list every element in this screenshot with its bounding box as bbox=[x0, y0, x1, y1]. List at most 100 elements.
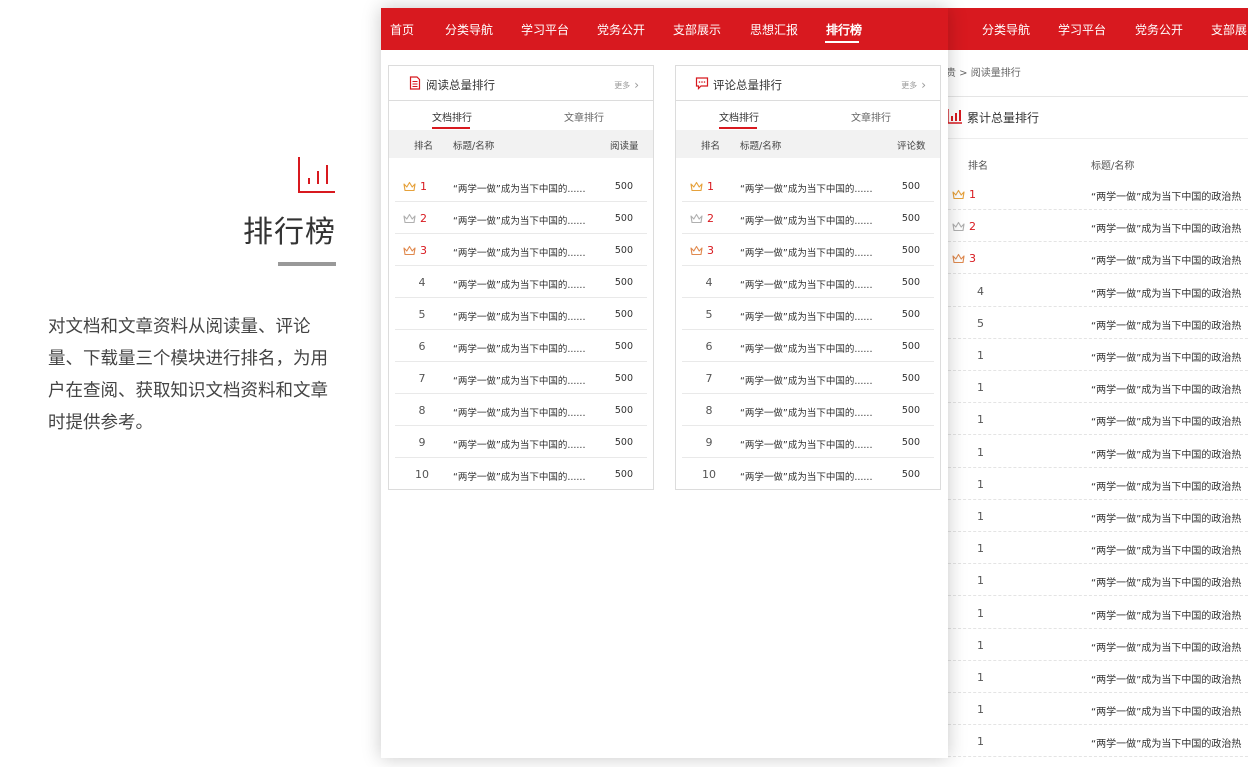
nav-item-ranking[interactable]: 排行榜 bbox=[826, 21, 862, 38]
row-title[interactable]: “两学一做”成为当下中国的政治热 bbox=[1091, 349, 1241, 364]
row-title[interactable]: “两学一做”成为当下中国的...... bbox=[740, 181, 872, 195]
table-row[interactable]: 1 “两学一做”成为当下中国的政治热 bbox=[948, 629, 1248, 661]
table-row[interactable]: 1 “两学一做”成为当下中国的政治热 bbox=[948, 693, 1248, 726]
table-row[interactable]: 2 “两学一做”成为当下中国的...... 500 bbox=[682, 202, 934, 234]
row-title[interactable]: “两学一做”成为当下中国的政治热 bbox=[1091, 317, 1241, 332]
nav-item-branch[interactable]: 支部展示 bbox=[673, 21, 721, 38]
back-nav-item[interactable]: 党务公开 bbox=[1135, 21, 1183, 38]
table-row[interactable]: 1 “两学一做”成为当下中国的政治热 bbox=[948, 597, 1248, 629]
row-title[interactable]: “两学一做”成为当下中国的...... bbox=[453, 213, 585, 227]
nav-item-categories[interactable]: 分类导航 bbox=[445, 21, 493, 38]
row-title[interactable]: “两学一做”成为当下中国的政治热 bbox=[1091, 542, 1241, 557]
more-link[interactable]: 更多 › bbox=[614, 78, 639, 92]
table-row[interactable]: 2 “两学一做”成为当下中国的政治热 bbox=[948, 210, 1248, 243]
row-title[interactable]: “两学一做”成为当下中国的政治热 bbox=[1091, 478, 1241, 493]
table-row[interactable]: 1 “两学一做”成为当下中国的...... 500 bbox=[395, 170, 647, 202]
table-row[interactable]: 1 “两学一做”成为当下中国的政治热 bbox=[948, 661, 1248, 693]
row-title[interactable]: “两学一做”成为当下中国的...... bbox=[453, 437, 585, 451]
row-title[interactable]: “两学一做”成为当下中国的...... bbox=[453, 309, 585, 323]
table-row[interactable]: 10 “两学一做”成为当下中国的...... 500 bbox=[395, 458, 647, 490]
row-title[interactable]: “两学一做”成为当下中国的政治热 bbox=[1091, 735, 1241, 750]
row-title[interactable]: “两学一做”成为当下中国的政治热 bbox=[1091, 285, 1241, 300]
row-title[interactable]: “两学一做”成为当下中国的政治热 bbox=[1091, 220, 1241, 235]
row-title[interactable]: “两学一做”成为当下中国的...... bbox=[740, 277, 872, 291]
row-title[interactable]: “两学一做”成为当下中国的政治热 bbox=[1091, 446, 1241, 461]
row-title[interactable]: “两学一做”成为当下中国的政治热 bbox=[1091, 381, 1241, 396]
back-nav-item[interactable]: 学习平台 bbox=[1058, 21, 1106, 38]
table-row[interactable]: 9 “两学一做”成为当下中国的...... 500 bbox=[395, 426, 647, 458]
bar-chart-icon bbox=[947, 109, 962, 124]
row-title[interactable]: “两学一做”成为当下中国的...... bbox=[740, 405, 872, 419]
rank-number: 4 bbox=[977, 284, 984, 298]
row-title[interactable]: “两学一做”成为当下中国的...... bbox=[740, 437, 872, 451]
table-row[interactable]: 5 “两学一做”成为当下中国的...... 500 bbox=[395, 298, 647, 330]
table-row[interactable]: 3 “两学一做”成为当下中国的政治热 bbox=[948, 242, 1248, 275]
row-title[interactable]: “两学一做”成为当下中国的政治热 bbox=[1091, 639, 1241, 654]
row-title[interactable]: “两学一做”成为当下中国的政治热 bbox=[1091, 574, 1241, 589]
nav-item-home[interactable]: 首页 bbox=[390, 21, 414, 38]
tab-articles[interactable]: 文章排行 bbox=[564, 109, 604, 124]
table-row[interactable]: 2 “两学一做”成为当下中国的...... 500 bbox=[395, 202, 647, 234]
nav-item-learning[interactable]: 学习平台 bbox=[521, 21, 569, 38]
table-row[interactable]: 8 “两学一做”成为当下中国的...... 500 bbox=[395, 394, 647, 426]
row-title[interactable]: “两学一做”成为当下中国的...... bbox=[453, 181, 585, 195]
intro-section: 排行榜 对文档和文章资料从阅读量、评论量、下载量三个模块进行排名，为用户在查阅、… bbox=[0, 0, 381, 767]
table-row[interactable]: 6 “两学一做”成为当下中国的...... 500 bbox=[682, 330, 934, 362]
table-row[interactable]: 9 “两学一做”成为当下中国的...... 500 bbox=[682, 426, 934, 458]
row-title[interactable]: “两学一做”成为当下中国的...... bbox=[453, 469, 585, 483]
row-title[interactable]: “两学一做”成为当下中国的...... bbox=[740, 373, 872, 387]
row-title[interactable]: “两学一做”成为当下中国的...... bbox=[453, 245, 585, 259]
table-row[interactable]: 7 “两学一做”成为当下中国的...... 500 bbox=[682, 362, 934, 394]
table-row[interactable]: 4 “两学一做”成为当下中国的政治热 bbox=[948, 275, 1248, 307]
table-row[interactable]: 6 “两学一做”成为当下中国的...... 500 bbox=[395, 330, 647, 362]
row-title[interactable]: “两学一做”成为当下中国的政治热 bbox=[1091, 703, 1241, 718]
row-title[interactable]: “两学一做”成为当下中国的...... bbox=[453, 373, 585, 387]
table-row[interactable]: 10 “两学一做”成为当下中国的...... 500 bbox=[682, 458, 934, 490]
table-row[interactable]: 1 “两学一做”成为当下中国的政治热 bbox=[948, 403, 1248, 436]
table-row[interactable]: 4 “两学一做”成为当下中国的...... 500 bbox=[395, 266, 647, 298]
more-link[interactable]: 更多 › bbox=[901, 78, 926, 92]
row-title[interactable]: “两学一做”成为当下中国的...... bbox=[453, 341, 585, 355]
table-row[interactable]: 8 “两学一做”成为当下中国的...... 500 bbox=[682, 394, 934, 426]
breadcrumb: 贵 > 阅读量排行 bbox=[946, 68, 1021, 79]
table-row[interactable]: 1 “两学一做”成为当下中国的政治热 bbox=[948, 436, 1248, 468]
table-row[interactable]: 1 “两学一做”成为当下中国的政治热 bbox=[948, 564, 1248, 597]
row-title[interactable]: “两学一做”成为当下中国的...... bbox=[740, 469, 872, 483]
row-title[interactable]: “两学一做”成为当下中国的...... bbox=[740, 341, 872, 355]
nav-item-reports[interactable]: 思想汇报 bbox=[750, 21, 798, 38]
table-row[interactable]: 3 “两学一做”成为当下中国的...... 500 bbox=[682, 234, 934, 266]
table-row[interactable]: 5 “两学一做”成为当下中国的...... 500 bbox=[682, 298, 934, 330]
table-row[interactable]: 1 “两学一做”成为当下中国的政治热 bbox=[948, 468, 1248, 500]
tab-articles[interactable]: 文章排行 bbox=[851, 109, 891, 124]
row-title[interactable]: “两学一做”成为当下中国的政治热 bbox=[1091, 188, 1241, 203]
table-row[interactable]: 1 “两学一做”成为当下中国的政治热 bbox=[948, 178, 1248, 210]
table-row[interactable]: 1 “两学一做”成为当下中国的政治热 bbox=[948, 532, 1248, 565]
row-title[interactable]: “两学一做”成为当下中国的政治热 bbox=[1091, 413, 1241, 428]
table-row[interactable]: 1 “两学一做”成为当下中国的政治热 bbox=[948, 725, 1248, 758]
row-title[interactable]: “两学一做”成为当下中国的政治热 bbox=[1091, 510, 1241, 525]
row-title[interactable]: “两学一做”成为当下中国的...... bbox=[453, 277, 585, 291]
row-title[interactable]: “两学一做”成为当下中国的...... bbox=[740, 309, 872, 323]
table-row[interactable]: 1 “两学一做”成为当下中国的政治热 bbox=[948, 500, 1248, 532]
table-row[interactable]: 5 “两学一做”成为当下中国的政治热 bbox=[948, 307, 1248, 339]
table-row[interactable]: 1 “两学一做”成为当下中国的政治热 bbox=[948, 339, 1248, 371]
table-row[interactable]: 1 “两学一做”成为当下中国的政治热 bbox=[948, 371, 1248, 404]
row-title[interactable]: “两学一做”成为当下中国的政治热 bbox=[1091, 252, 1241, 267]
table-row[interactable]: 1 “两学一做”成为当下中国的...... 500 bbox=[682, 170, 934, 202]
nav-item-party-affairs[interactable]: 党务公开 bbox=[597, 21, 645, 38]
row-title[interactable]: “两学一做”成为当下中国的...... bbox=[740, 245, 872, 259]
table-row[interactable]: 4 “两学一做”成为当下中国的...... 500 bbox=[682, 266, 934, 298]
tab-documents[interactable]: 文档排行 bbox=[719, 109, 759, 124]
row-title[interactable]: “两学一做”成为当下中国的政治热 bbox=[1091, 671, 1241, 686]
back-nav-item[interactable]: 支部展 bbox=[1211, 21, 1247, 38]
table-row[interactable]: 3 “两学一做”成为当下中国的...... 500 bbox=[395, 234, 647, 266]
nav-active-indicator bbox=[825, 41, 859, 43]
row-title[interactable]: “两学一做”成为当下中国的...... bbox=[453, 405, 585, 419]
row-title[interactable]: “两学一做”成为当下中国的政治热 bbox=[1091, 607, 1241, 622]
table-row[interactable]: 7 “两学一做”成为当下中国的...... 500 bbox=[395, 362, 647, 394]
row-title[interactable]: “两学一做”成为当下中国的...... bbox=[740, 213, 872, 227]
back-nav-item[interactable]: 分类导航 bbox=[982, 21, 1030, 38]
tab-documents[interactable]: 文档排行 bbox=[432, 109, 472, 124]
column-header: 排名 bbox=[414, 141, 434, 152]
rank-number: 2 bbox=[707, 212, 714, 225]
